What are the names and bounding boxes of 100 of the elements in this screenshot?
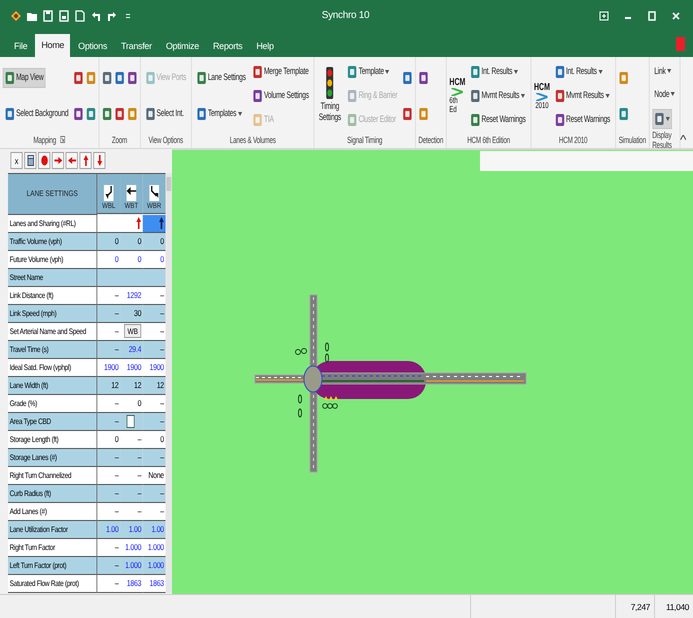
ribbon-button[interactable]: Map View <box>2 68 46 88</box>
save-icon[interactable] <box>58 10 70 22</box>
ribbon-button[interactable]: Merge Template <box>250 62 311 82</box>
toolbar-button[interactable] <box>93 152 106 170</box>
ribbon-tab[interactable]: Optimize <box>160 36 205 57</box>
up-arrow-icon <box>136 217 142 230</box>
ribbon-button[interactable]: Int. Results <box>468 62 520 82</box>
tool-icon[interactable] <box>402 70 412 85</box>
table-cell: None <box>142 466 166 485</box>
ribbon-tab[interactable]: Reports <box>206 36 248 57</box>
undo-icon[interactable] <box>90 10 102 22</box>
tool-icon[interactable] <box>127 70 137 85</box>
ribbon-tab[interactable]: Help <box>250 36 280 57</box>
tool-icon[interactable] <box>618 106 628 121</box>
row-label: Left Turn Factor (prot) <box>8 556 98 575</box>
toolbar-button[interactable] <box>52 152 64 170</box>
table-cell: 1.00 <box>97 520 120 539</box>
tool-icon[interactable] <box>86 106 96 121</box>
ribbon-button[interactable]: Template <box>345 62 392 82</box>
table-cell: – <box>97 556 120 575</box>
row-label: Area Type CBD <box>8 412 98 431</box>
tool-icon <box>470 88 480 103</box>
group-label: HCM 2010 <box>558 134 588 145</box>
ribbon-options-icon[interactable] <box>599 10 609 21</box>
tool-icon[interactable] <box>114 106 124 121</box>
menu-button[interactable]: Node <box>652 86 678 103</box>
table-cell: – <box>97 394 120 413</box>
save-icon[interactable] <box>42 10 54 22</box>
ribbon-button[interactable]: Int. Results <box>552 62 604 82</box>
redo-icon[interactable] <box>106 10 118 22</box>
ribbon-button[interactable]: Reset Warnings <box>468 110 528 130</box>
ribbon-button[interactable]: Mvmt Results <box>552 86 612 106</box>
ribbon-button[interactable]: Mvmt Results <box>468 86 527 106</box>
table-cell[interactable] <box>142 214 166 233</box>
row-label: Storage Length (ft) <box>8 430 98 449</box>
checkbox[interactable] <box>126 414 135 428</box>
ribbon-tab[interactable]: Options <box>72 36 114 57</box>
toolbar-button[interactable] <box>66 152 78 170</box>
table-cell: 1900 <box>142 358 166 377</box>
scrollbar[interactable] <box>166 172 172 593</box>
tool-icon[interactable] <box>73 106 84 121</box>
tool-icon[interactable] <box>102 70 112 85</box>
document-icon[interactable] <box>74 10 86 22</box>
tool-icon[interactable] <box>618 70 628 85</box>
ribbon-button[interactable]: Reset Warnings <box>552 110 612 130</box>
table-cell: 0 <box>97 232 120 251</box>
table-cell: 0 <box>97 250 120 269</box>
tool-icon[interactable] <box>127 106 137 121</box>
ribbon-button[interactable]: Lane Settings <box>194 68 248 88</box>
group-label: Signal Timing <box>347 134 382 145</box>
close-icon[interactable] <box>671 10 681 21</box>
row-label: Link Distance (ft) <box>8 286 98 305</box>
tool-icon <box>4 70 15 85</box>
calculator-icon <box>26 155 34 166</box>
toolbar-button[interactable] <box>79 152 92 170</box>
tool-icon[interactable] <box>73 70 84 85</box>
toolbar-button[interactable] <box>38 152 50 170</box>
table-cell: 12 <box>97 376 120 395</box>
table-cell: 0 <box>120 232 143 251</box>
ribbon-tab[interactable]: Home <box>35 34 70 57</box>
chevron-icon <box>536 92 548 101</box>
chevron-icon <box>451 88 464 96</box>
tool-icon[interactable] <box>114 70 124 85</box>
ribbon-button[interactable]: Timing Settings <box>317 67 342 124</box>
tool-icon[interactable] <box>86 70 96 85</box>
window-title: Synchro 10 <box>320 10 370 22</box>
up-arrow-icon <box>81 155 90 166</box>
menu-button[interactable]: Link <box>652 62 674 80</box>
row-label: Link Speed (mph) <box>8 304 98 323</box>
table-cell: – <box>142 448 166 467</box>
tool-icon[interactable] <box>418 70 428 85</box>
ribbon-button[interactable]: Select Int. <box>143 104 186 124</box>
tool-icon[interactable] <box>418 106 428 121</box>
table-cell: – <box>142 394 166 413</box>
table-cell: – <box>97 322 120 341</box>
ribbon-button[interactable]: Select Background <box>2 104 70 124</box>
row-label: Future Volume (vph) <box>8 250 98 269</box>
row-label: Traffic Volume (vph) <box>8 232 98 251</box>
ribbon-button[interactable]: Volume Settings <box>250 86 311 106</box>
maximize-icon[interactable] <box>647 10 657 21</box>
dialog-launcher-icon[interactable] <box>60 136 66 144</box>
row-label: Lane Width (ft) <box>8 376 98 395</box>
tool-icon[interactable] <box>102 106 112 121</box>
traffic-light-icon <box>326 67 334 100</box>
table-cell: – <box>142 304 166 323</box>
tool-icon[interactable] <box>402 106 412 121</box>
app-logo-icon[interactable] <box>10 10 22 22</box>
row-label: Set Arterial Name and Speed <box>8 322 98 341</box>
table-cell[interactable] <box>120 214 143 233</box>
ribbon-tab[interactable]: File <box>8 36 34 57</box>
ribbon-button[interactable]: Templates <box>194 104 244 124</box>
cell-button[interactable]: WB <box>124 324 142 338</box>
table-cell: 1863 <box>142 574 166 593</box>
toolbar-button[interactable] <box>24 152 36 170</box>
collapse-ribbon-icon[interactable] <box>680 134 686 140</box>
tool-icon <box>252 112 263 127</box>
ribbon-button[interactable] <box>652 108 672 129</box>
ribbon-tab[interactable]: Transfer <box>115 36 158 57</box>
close-button[interactable]: x <box>10 152 23 170</box>
table-cell: – <box>142 286 166 305</box>
